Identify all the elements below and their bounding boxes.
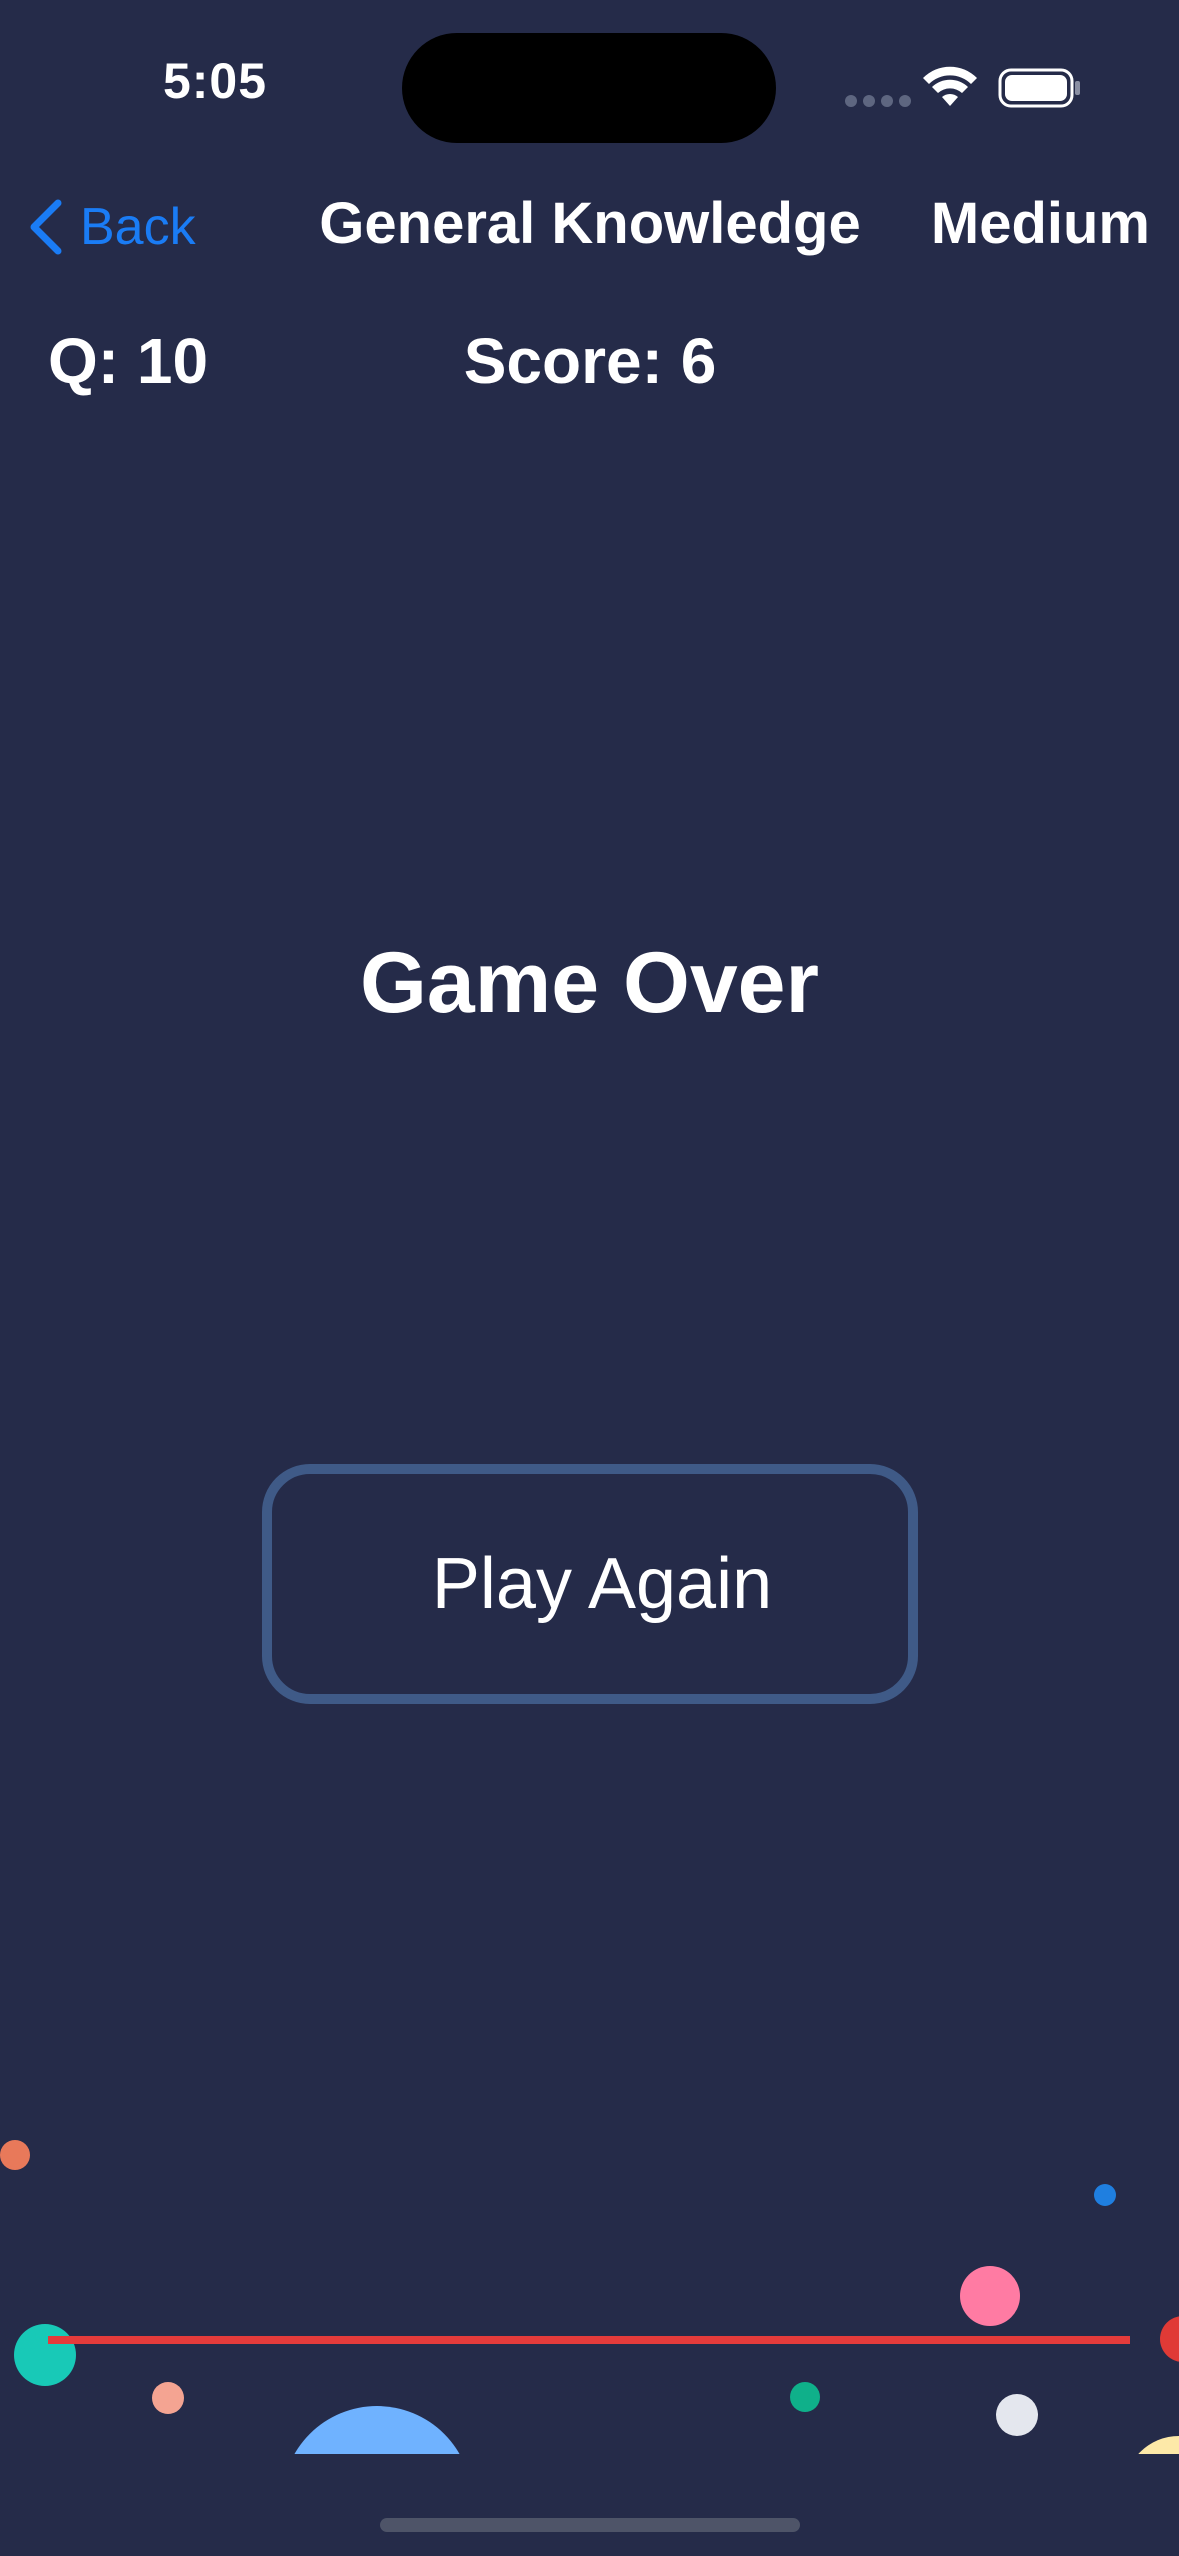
confetti-dot xyxy=(14,2324,76,2386)
status-time: 5:05 xyxy=(162,53,268,109)
play-again-button[interactable]: Play Again xyxy=(262,1464,918,1704)
question-counter: Q: 10 xyxy=(48,325,209,397)
confetti-dot xyxy=(1124,2436,1179,2454)
wifi-icon xyxy=(923,66,977,106)
confetti-decoration xyxy=(0,2100,1179,2454)
game-over-title: Game Over xyxy=(360,935,819,1031)
difficulty-label: Medium xyxy=(930,191,1150,256)
dynamic-island xyxy=(402,33,776,143)
battery-icon xyxy=(998,68,1080,108)
nav-title: General Knowledge xyxy=(319,191,861,256)
confetti-dot xyxy=(282,2406,472,2454)
chevron-left-icon xyxy=(30,199,62,255)
back-button[interactable]: Back xyxy=(26,192,196,262)
confetti-streak xyxy=(48,2336,1130,2344)
score-display: Score: 6 xyxy=(463,325,717,397)
confetti-dot xyxy=(1160,2316,1179,2362)
confetti-dot xyxy=(790,2382,820,2412)
confetti-dot xyxy=(960,2266,1020,2326)
confetti-dot xyxy=(0,2140,30,2170)
home-indicator[interactable] xyxy=(380,2518,800,2532)
confetti-dot xyxy=(996,2394,1038,2436)
confetti-dot xyxy=(152,2382,184,2414)
cellular-signal-icon xyxy=(845,94,917,107)
back-label: Back xyxy=(80,198,196,256)
confetti-dot xyxy=(1094,2184,1116,2206)
